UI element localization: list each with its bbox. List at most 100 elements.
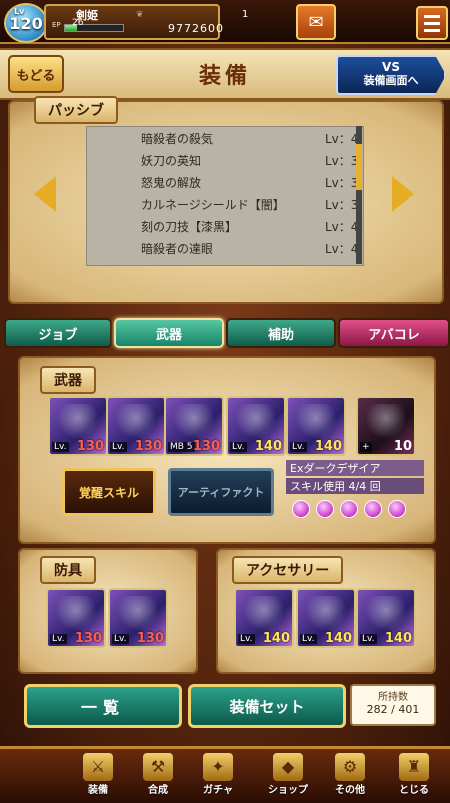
player-status: 剣姫 EP 26 1 ❦ 9772600 — [44, 4, 248, 40]
passive-section-label: パッシブ — [48, 103, 104, 119]
armor-art-icon — [118, 596, 158, 632]
skill-level: Lv：3 — [325, 176, 359, 190]
skill-level: Lv：3 — [325, 198, 359, 212]
inventory-count-label: 所持数 — [378, 692, 408, 703]
gear-icon: ⚙ — [335, 753, 365, 781]
ex-weapon-card[interactable]: +10 — [356, 396, 416, 456]
tab-support[interactable]: 補助 — [226, 318, 336, 348]
armor-card[interactable]: Lv. 130 — [46, 588, 106, 648]
artifact-button[interactable]: アーティファクト — [168, 468, 274, 516]
present-icon: ✉ — [308, 11, 324, 33]
accessory-card[interactable]: Lv. 140 — [234, 588, 294, 648]
card-plus-tag: + — [360, 442, 372, 452]
weapon-card[interactable]: Lv. 130 — [48, 396, 108, 456]
card-level: 140 — [324, 631, 352, 646]
armor-card[interactable]: Lv. 130 — [108, 588, 168, 648]
accessory-art-icon — [306, 596, 346, 632]
gem-count: 1 — [242, 9, 249, 20]
nav-label: ガチャ — [203, 785, 233, 796]
passive-skill-list[interactable]: 暗殺者の殺気 Lv：4 妖刀の英知 Lv：3 怒鬼の解放 Lv：3 カルネージシールド… — [86, 126, 364, 266]
card-level: 140 — [384, 631, 412, 646]
crystal-icon: ◆ — [273, 753, 303, 781]
list-button[interactable]: 一覧 — [24, 684, 182, 728]
vs-sub-label: 装備画面へ — [363, 74, 419, 87]
skill-level: Lv：4 — [325, 242, 359, 256]
menu-button[interactable] — [416, 6, 448, 40]
nav-label: 装備 — [88, 785, 108, 796]
card-level-tag: Lv. — [290, 442, 307, 452]
scrollbar-thumb[interactable] — [356, 144, 362, 190]
skill-name: 暗殺者の達眼 — [141, 242, 214, 256]
accessory-art-icon — [366, 596, 406, 632]
passive-skill-row: 怒鬼の解放 Lv：3 — [87, 171, 363, 193]
tab-weapon[interactable]: 武器 — [114, 318, 224, 348]
skill-name: 妖刀の英知 — [141, 154, 202, 168]
gacha-icon: ✦ — [203, 753, 233, 781]
nav-close[interactable]: ♜ とじる — [384, 751, 444, 801]
skill-orb-icon — [388, 500, 406, 518]
equip-set-button[interactable]: 装備セット — [188, 684, 346, 728]
card-level: 140 — [254, 439, 282, 454]
card-level-tag: Lv. — [112, 634, 129, 644]
vs-equip-button[interactable]: VS 装備画面へ — [336, 55, 446, 95]
pouch-icon: ♜ — [399, 753, 429, 781]
accessory-card[interactable]: Lv. 140 — [356, 588, 416, 648]
hammer-icon: ⚒ — [143, 753, 173, 781]
accessory-section-tag: アクセサリー — [232, 556, 344, 584]
nav-gacha[interactable]: ✦ ガチャ — [188, 751, 248, 801]
sword-icon: ⚔ — [83, 753, 113, 781]
skill-orb-icon — [316, 500, 334, 518]
weapon-card[interactable]: Lv. 140 — [226, 396, 286, 456]
tab-job[interactable]: ジョブ — [4, 318, 112, 348]
accessory-art-icon — [244, 596, 284, 632]
ex-skill-usage: スキル使用 4/4 回 — [286, 478, 424, 494]
card-level-tag: Lv. — [230, 442, 247, 452]
card-level: 130 — [74, 631, 102, 646]
nav-label: ショップ — [268, 785, 308, 796]
awaken-skill-button[interactable]: 覚醒スキル — [62, 468, 156, 516]
nav-other[interactable]: ⚙ その他 — [320, 751, 380, 801]
passive-skill-row: カルネージシールド【闇】 Lv：3 — [87, 193, 363, 215]
passive-skill-row: 刻の刀技【漆黒】 Lv：4 — [87, 215, 363, 237]
weapon-card[interactable]: MB 5 130 — [164, 396, 224, 456]
ex-skill-info: Exダークデザイア スキル使用 4/4 回 — [286, 460, 424, 520]
passive-skill-row: 暗殺者の殺気 Lv：4 — [87, 127, 363, 149]
level-badge: Lv 120 — [4, 3, 48, 43]
nav-label: その他 — [335, 785, 365, 796]
accessory-card[interactable]: Lv. 140 — [296, 588, 356, 648]
nav-label: 合成 — [148, 785, 168, 796]
money-value: 9772600 — [168, 22, 224, 35]
level-value: 120 — [9, 13, 43, 33]
character-art-icon — [58, 404, 98, 440]
passive-scrollbar[interactable] — [356, 126, 362, 264]
next-arrow-icon[interactable] — [392, 176, 414, 212]
weapon-card[interactable]: Lv. 130 — [106, 396, 166, 456]
weapon-card[interactable]: Lv. 140 — [286, 396, 346, 456]
vs-label: VS — [382, 60, 400, 74]
category-tabs: ジョブ 武器 補助 アバコレ — [0, 318, 450, 348]
nav-label: とじる — [399, 785, 429, 796]
card-plus-level: 10 — [393, 439, 412, 454]
nav-shop[interactable]: ◆ ショップ — [258, 751, 318, 801]
tab-avacolle[interactable]: アバコレ — [338, 318, 450, 348]
card-level-tag: MB 5 — [168, 442, 195, 452]
ex-skill-name: Exダークデザイア — [286, 460, 424, 476]
card-level-tag: Lv. — [300, 634, 317, 644]
prev-arrow-icon[interactable] — [34, 176, 56, 212]
armor-section-label: 防具 — [54, 563, 82, 579]
ep-label: EP — [52, 21, 61, 29]
skill-orb-icon — [292, 500, 310, 518]
skill-name: 暗殺者の殺気 — [141, 132, 214, 146]
weapon-art-icon — [236, 404, 276, 440]
nav-synthesis[interactable]: ⚒ 合成 — [128, 751, 188, 801]
skill-name: カルネージシールド【闇】 — [141, 198, 285, 212]
level-prefix: Lv — [14, 7, 25, 16]
skill-level: Lv：4 — [325, 220, 359, 234]
card-level: 130 — [76, 439, 104, 454]
card-level: 140 — [314, 439, 342, 454]
passive-skill-row: 妖刀の英知 Lv：3 — [87, 149, 363, 171]
inventory-count: 所持数 282 / 401 — [350, 684, 436, 726]
present-box-button[interactable]: ✉ — [296, 4, 336, 40]
nav-equip[interactable]: ⚔ 装備 — [68, 751, 128, 801]
inventory-count-value: 282 / 401 — [366, 703, 420, 716]
